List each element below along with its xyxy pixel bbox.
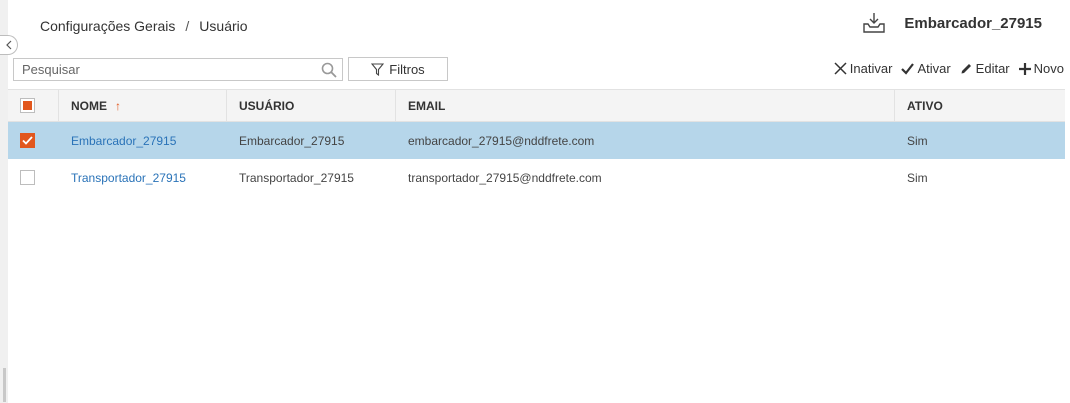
column-header-usuario[interactable]: USUÁRIO: [227, 90, 396, 121]
user-email-cell: embarcador_27915@nddfrete.com: [408, 133, 595, 148]
row-select-cell: [8, 133, 59, 148]
row-checkbox[interactable]: [20, 133, 35, 148]
edit-button[interactable]: Editar: [960, 61, 1010, 76]
check-icon: [22, 136, 33, 145]
users-table: NOME ↑ USUÁRIO EMAIL ATIVO Embarcador_27…: [8, 89, 1065, 196]
user-name-link[interactable]: Embarcador_27915: [59, 134, 227, 148]
row-checkbox[interactable]: [20, 170, 35, 185]
filter-button-label: Filtros: [389, 61, 425, 77]
inactivate-label: Inativar: [849, 61, 893, 76]
table-header: NOME ↑ USUÁRIO EMAIL ATIVO: [8, 89, 1065, 122]
search-box: [13, 58, 343, 81]
header-select-cell: [8, 90, 59, 121]
breadcrumb-separator: /: [185, 18, 190, 34]
collapse-sidebar-button[interactable]: [0, 35, 18, 55]
column-label-ativo: ATIVO: [907, 98, 943, 113]
plus-icon: [1018, 62, 1031, 75]
inactivate-button[interactable]: Inativar: [834, 61, 893, 76]
column-label-email: EMAIL: [408, 98, 446, 113]
activate-label: Ativar: [917, 61, 951, 76]
breadcrumb-parent[interactable]: Configurações Gerais: [40, 18, 175, 34]
search-icon[interactable]: [316, 62, 342, 78]
account-area: Embarcador_27915: [862, 12, 1042, 34]
check-icon: [901, 62, 915, 75]
pencil-icon: [961, 64, 971, 74]
breadcrumb-current: Usuário: [199, 18, 248, 34]
row-select-cell: [8, 170, 59, 185]
left-rail: [0, 0, 8, 403]
select-all-checkbox[interactable]: [20, 98, 35, 113]
table-row[interactable]: Transportador_27915 Transportador_27915 …: [8, 159, 1065, 196]
activate-button[interactable]: Ativar: [901, 61, 951, 76]
action-toolbar: Inativar Ativar Editar Novo: [825, 61, 1064, 76]
user-email-cell: transportador_27915@nddfrete.com: [408, 170, 602, 185]
edit-label: Editar: [975, 61, 1010, 76]
user-login-cell: Transportador_27915: [239, 170, 354, 185]
left-scrollbar[interactable]: [3, 368, 6, 402]
user-name-link[interactable]: Transportador_27915: [59, 171, 227, 185]
new-button[interactable]: Novo: [1018, 61, 1064, 76]
column-header-ativo[interactable]: ATIVO: [895, 90, 1065, 121]
download-tray-icon[interactable]: [862, 12, 886, 34]
chevron-left-icon: [5, 40, 11, 50]
breadcrumb: Configurações Gerais / Usuário: [40, 18, 248, 34]
sort-ascending-icon: ↑: [115, 98, 121, 113]
column-header-nome[interactable]: NOME ↑: [59, 90, 227, 121]
user-active-cell: Sim: [907, 170, 928, 185]
column-label-nome: NOME: [71, 98, 107, 113]
column-header-email[interactable]: EMAIL: [396, 90, 895, 121]
account-name: Embarcador_27915: [904, 14, 1042, 32]
search-input[interactable]: [14, 59, 316, 80]
filter-icon: [371, 62, 385, 76]
filter-button[interactable]: Filtros: [348, 57, 448, 81]
close-icon: [834, 62, 847, 75]
new-label: Novo: [1033, 61, 1064, 76]
user-login-cell: Embarcador_27915: [239, 133, 345, 148]
user-active-cell: Sim: [907, 133, 928, 148]
column-label-usuario: USUÁRIO: [239, 98, 295, 113]
partial-check-mark: [23, 101, 32, 110]
table-row[interactable]: Embarcador_27915 Embarcador_27915 embarc…: [8, 122, 1065, 159]
